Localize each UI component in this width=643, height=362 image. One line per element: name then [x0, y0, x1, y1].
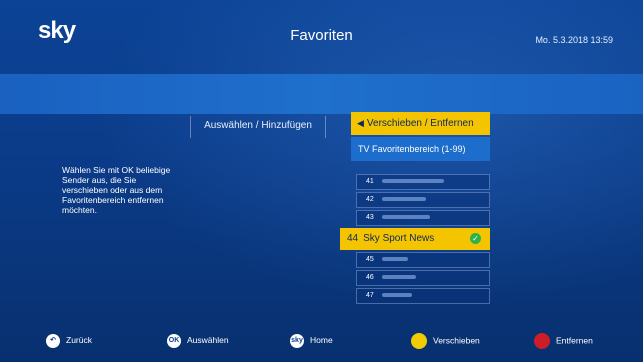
channel-number: 44 — [347, 233, 359, 244]
select-label: Auswählen — [187, 335, 229, 345]
channel-row[interactable]: 47 — [356, 288, 490, 304]
back-label: Zurück — [66, 335, 92, 345]
channel-name-blurred — [382, 293, 412, 298]
channel-name-blurred — [382, 179, 444, 184]
sky-home-icon: sky — [290, 333, 304, 348]
help-text: Wählen Sie mit OK beliebige Sender aus, … — [62, 165, 171, 215]
date-time: Mo. 5.3.2018 13:59 — [535, 35, 613, 45]
remove-button[interactable]: Entfernen — [534, 333, 593, 349]
favorites-range: TV Favoritenbereich (1-99) — [351, 137, 490, 161]
channel-name-blurred — [382, 257, 408, 262]
home-button[interactable]: sky Home — [290, 333, 333, 348]
channel-number: 42 — [366, 196, 374, 203]
check-circle-icon: ✓ — [470, 233, 481, 244]
back-button[interactable]: ↶ Zurück — [46, 333, 92, 348]
move-button[interactable]: Verschieben — [411, 333, 480, 349]
channel-row[interactable]: 43 — [356, 210, 490, 226]
footer-bar: ↶ Zurück OK Auswählen sky Home Verschieben … — [0, 325, 643, 355]
channel-row[interactable]: 45 — [356, 252, 490, 268]
tab-move-remove[interactable]: ◀ Verschieben / Entfernen — [351, 112, 490, 135]
move-label: Verschieben — [433, 335, 480, 346]
header-band — [0, 74, 643, 114]
channel-name-blurred — [382, 215, 430, 220]
channel-number: 45 — [366, 256, 374, 263]
select-button[interactable]: OK Auswählen — [167, 333, 229, 348]
channel-name-blurred — [382, 275, 416, 280]
channel-number: 47 — [366, 292, 374, 299]
channel-row[interactable]: 41 — [356, 174, 490, 190]
tab-select-add[interactable]: Auswählen / Hinzufügen — [190, 116, 326, 138]
back-icon: ↶ — [46, 333, 60, 348]
channel-list: 41 42 43 44 Sky Sport News ✓ 45 46 47 — [340, 174, 490, 306]
channel-number: 43 — [366, 214, 374, 221]
channel-name: Sky Sport News — [363, 233, 435, 244]
ok-icon: OK — [167, 333, 181, 348]
channel-number: 41 — [366, 178, 374, 185]
tab-move-remove-label: Verschieben / Entfernen — [366, 118, 474, 129]
home-label: Home — [310, 335, 333, 345]
channel-name-blurred — [382, 197, 426, 202]
left-arrow-icon: ◀ — [357, 118, 364, 128]
red-button-icon — [534, 333, 550, 349]
channel-number: 46 — [366, 274, 374, 281]
yellow-button-icon — [411, 333, 427, 349]
remove-label: Entfernen — [556, 335, 593, 346]
channel-row-selected[interactable]: 44 Sky Sport News ✓ — [340, 228, 490, 250]
channel-row[interactable]: 42 — [356, 192, 490, 208]
channel-row[interactable]: 46 — [356, 270, 490, 286]
